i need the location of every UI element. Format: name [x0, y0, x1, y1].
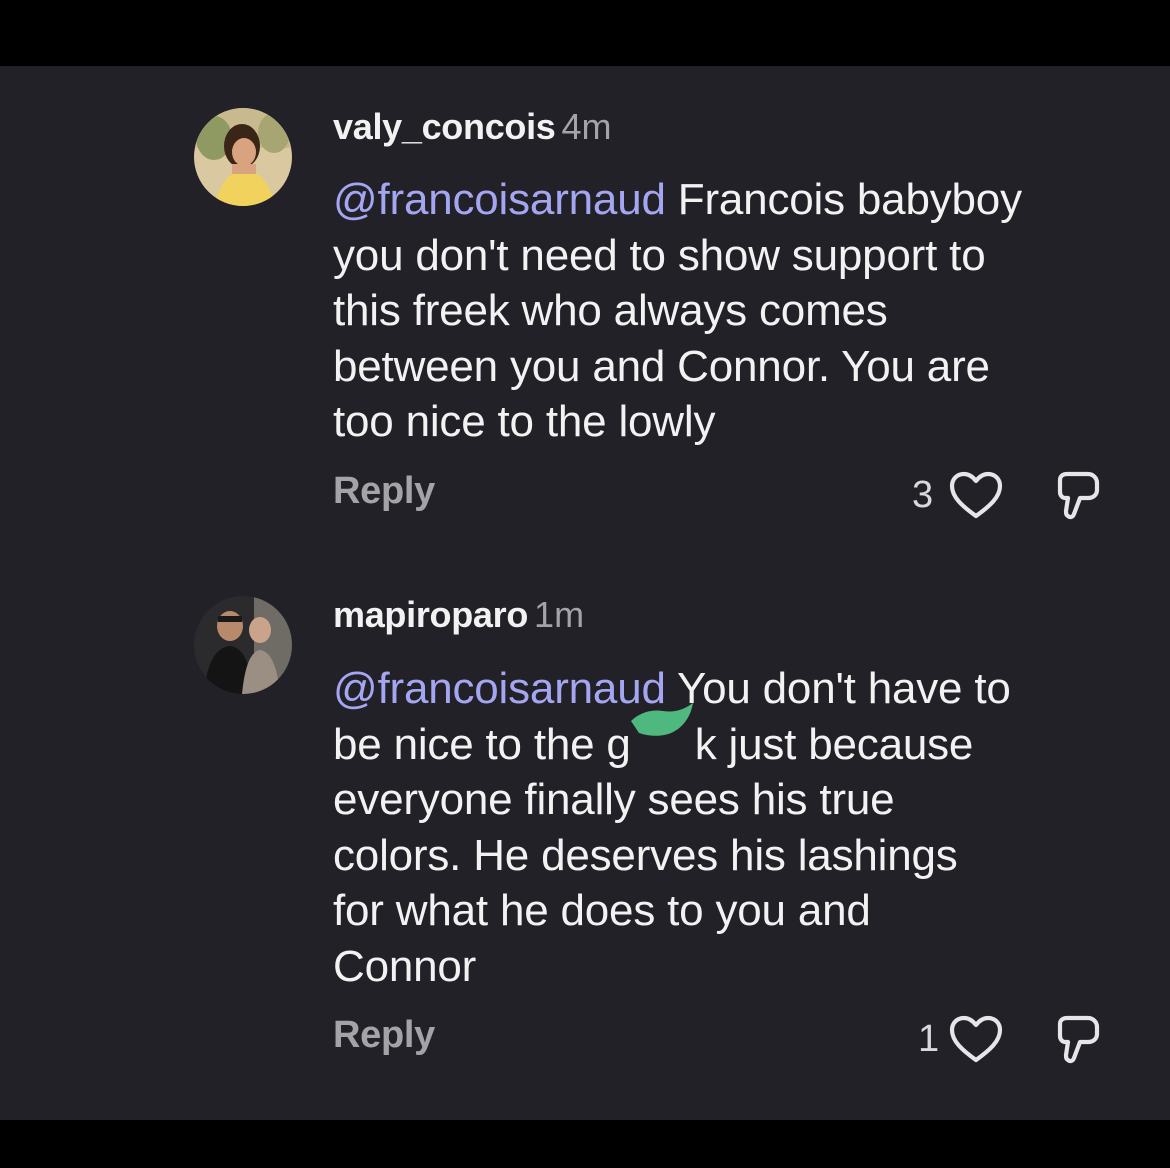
heart-icon[interactable] [948, 1014, 1004, 1069]
timestamp: 1m [534, 594, 585, 635]
comment-line: Francois babyboy [665, 175, 1022, 224]
bottom-black-bar [0, 1120, 1170, 1168]
comment-line: too nice to the lowly [333, 397, 716, 446]
comment-body: @francoisarnaud You don't have to be nic… [333, 661, 1133, 994]
comment-body: @francoisarnaud Francois babyboy you don… [333, 172, 1133, 450]
comment-header: valy_concois 4m [333, 106, 612, 148]
dislike-icon[interactable] [1052, 1014, 1102, 1073]
avatar[interactable] [194, 108, 292, 206]
avatar[interactable] [194, 596, 292, 694]
like-count: 3 [912, 474, 934, 516]
comment-line: between you and Connor. You are [333, 341, 990, 391]
username[interactable]: mapiroparo [333, 594, 528, 635]
timestamp: 4m [561, 106, 612, 147]
comment-header: mapiroparo 1m [333, 594, 584, 636]
comment-line: this freek who always comes [333, 286, 888, 335]
like-count: 1 [918, 1018, 940, 1060]
heart-icon[interactable] [948, 470, 1004, 525]
mention-link[interactable]: @francoisarnaud [333, 175, 666, 224]
top-black-bar [0, 0, 1170, 66]
username[interactable]: valy_concois [333, 106, 556, 147]
dislike-icon[interactable] [1052, 470, 1102, 529]
comment-line: k just because [694, 719, 974, 769]
comment-line: Connor [333, 941, 477, 991]
censor-mark [630, 702, 695, 759]
comment-line: You don't have to [665, 664, 1011, 713]
reply-button[interactable]: Reply [333, 1014, 435, 1057]
comment-line: be nice to the g [333, 719, 631, 769]
comment-line: for what he does to you and [333, 886, 871, 935]
comment-line: everyone finally sees his true [333, 775, 895, 824]
comment-line: you don't need to show support to [333, 230, 986, 280]
reply-button[interactable]: Reply [333, 470, 435, 513]
comment-line: colors. He deserves his lashings [333, 830, 958, 880]
comments-panel: valy_concois 4m @francoisarnaud Francois … [0, 66, 1170, 1120]
mention-link[interactable]: @francoisarnaud [333, 664, 666, 713]
